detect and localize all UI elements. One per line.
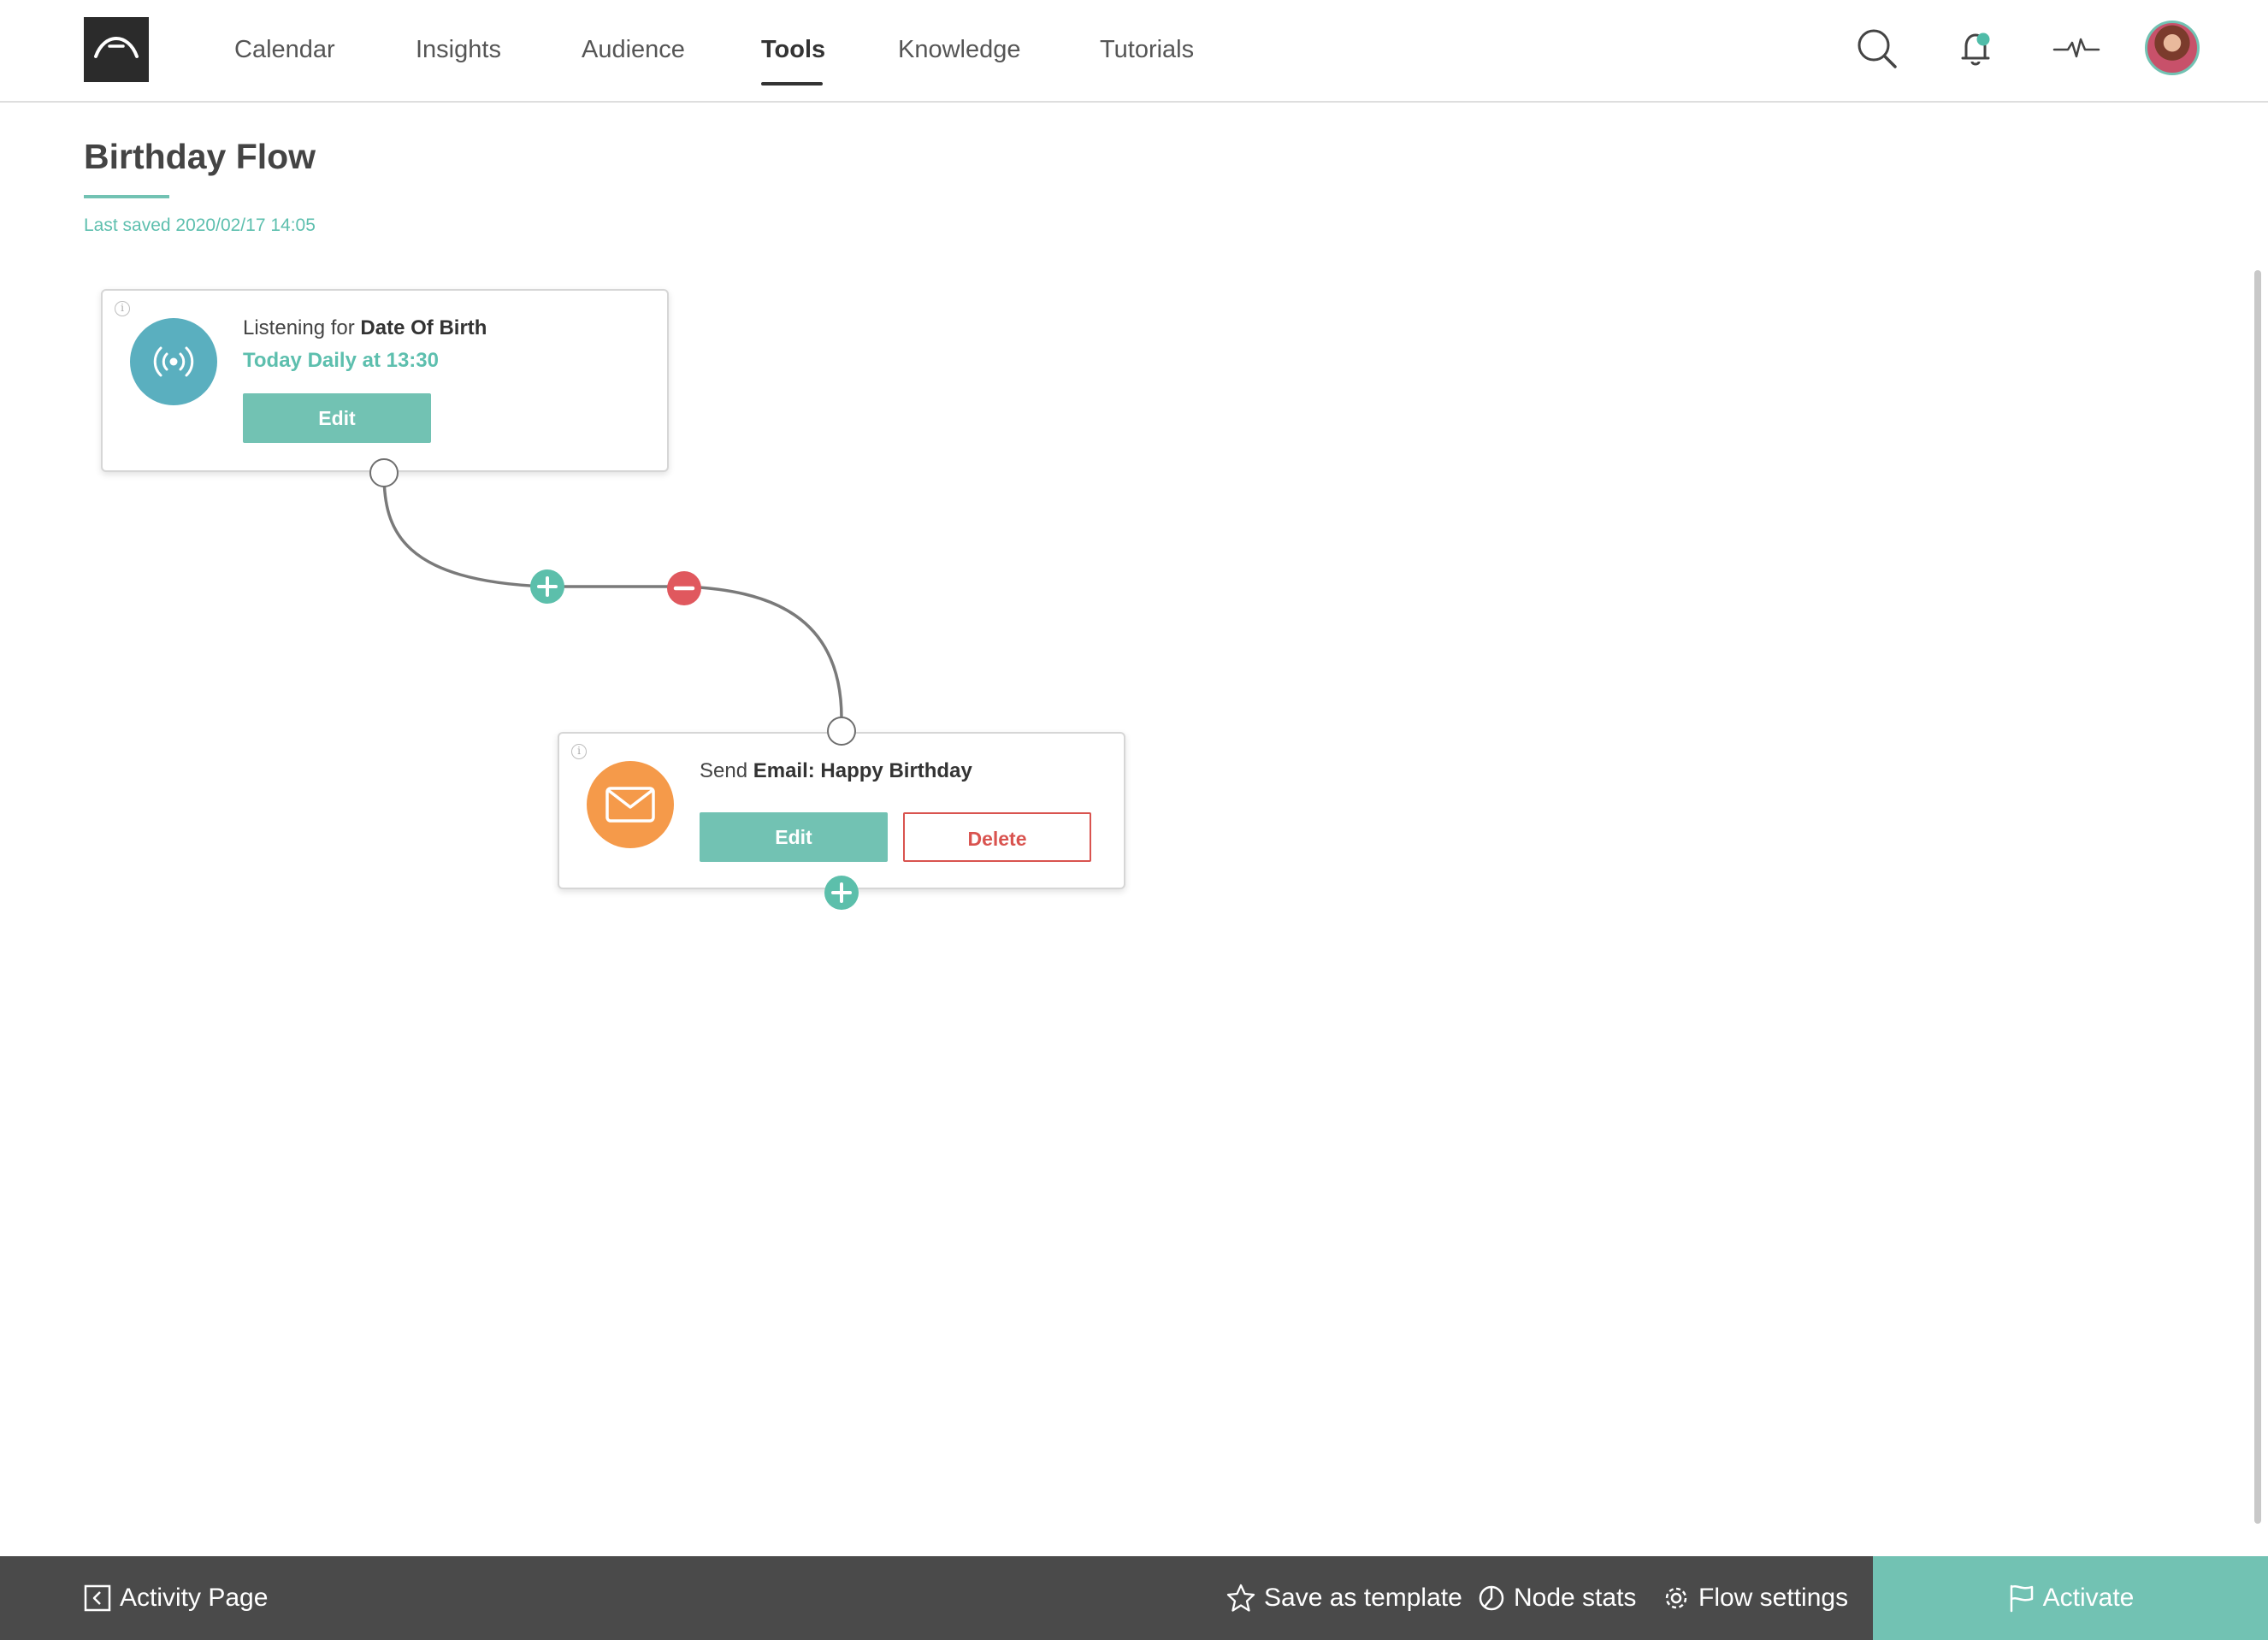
email-prefix: Send bbox=[700, 759, 748, 782]
flow-settings-button[interactable]: Flow settings bbox=[1663, 1556, 1848, 1640]
trigger-node[interactable]: i Listening for Date Of Birth Today Dail… bbox=[101, 289, 669, 472]
email-node[interactable]: i Send Email: Happy Birthday Edit Delete bbox=[558, 732, 1125, 889]
flag-icon bbox=[2010, 1584, 2033, 1613]
info-icon[interactable]: i bbox=[571, 744, 587, 759]
back-arrow-icon bbox=[84, 1584, 111, 1612]
trigger-field: Date Of Birth bbox=[360, 316, 487, 339]
node-stats-label: Node stats bbox=[1514, 1584, 1637, 1612]
save-as-template-label: Save as template bbox=[1264, 1584, 1462, 1612]
broadcast-icon bbox=[130, 318, 217, 405]
email-action: Email: Happy Birthday bbox=[753, 759, 972, 782]
trigger-edit-button[interactable]: Edit bbox=[243, 393, 431, 443]
bottom-toolbar: Activity Page Save as template Node stat… bbox=[0, 1556, 2268, 1640]
remove-connection-button[interactable] bbox=[667, 571, 701, 605]
activity-page-label: Activity Page bbox=[120, 1584, 269, 1612]
email-description: Send Email: Happy Birthday bbox=[700, 759, 972, 783]
activate-label: Activate bbox=[2042, 1584, 2135, 1612]
trigger-prefix: Listening for bbox=[243, 316, 355, 339]
email-input-port[interactable] bbox=[827, 717, 856, 746]
plus-icon bbox=[824, 876, 859, 910]
star-icon bbox=[1226, 1584, 1255, 1612]
vertical-scrollbar[interactable] bbox=[2254, 270, 2261, 1524]
activate-button[interactable]: Activate bbox=[1873, 1556, 2268, 1640]
add-step-button[interactable] bbox=[530, 569, 564, 604]
save-as-template-button[interactable]: Save as template bbox=[1226, 1556, 1462, 1640]
plus-icon bbox=[530, 569, 564, 604]
email-delete-button[interactable]: Delete bbox=[903, 812, 1091, 862]
envelope-icon bbox=[587, 761, 674, 848]
flow-settings-label: Flow settings bbox=[1698, 1584, 1849, 1612]
pie-chart-icon bbox=[1479, 1585, 1504, 1611]
activity-page-link[interactable]: Activity Page bbox=[84, 1556, 268, 1640]
node-stats-button[interactable]: Node stats bbox=[1478, 1556, 1636, 1640]
gear-icon bbox=[1665, 1587, 1687, 1609]
add-next-step-button[interactable] bbox=[824, 876, 859, 910]
email-edit-button[interactable]: Edit bbox=[700, 812, 888, 862]
trigger-output-port[interactable] bbox=[369, 458, 399, 487]
info-icon[interactable]: i bbox=[115, 301, 130, 316]
minus-icon bbox=[667, 571, 701, 605]
trigger-schedule: Today Daily at 13:30 bbox=[243, 349, 439, 372]
trigger-description: Listening for Date Of Birth bbox=[243, 316, 487, 340]
flow-connector bbox=[382, 473, 843, 719]
